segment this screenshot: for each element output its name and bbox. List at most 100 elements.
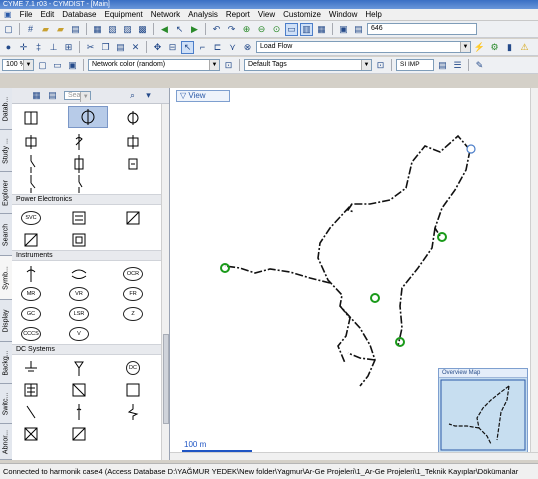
tab-search[interactable]: Search xyxy=(0,214,12,256)
menu-customize[interactable]: Customize xyxy=(279,10,325,19)
symbol-pt[interactable] xyxy=(68,264,90,284)
symbol-dc-filter[interactable] xyxy=(68,424,90,444)
menu-edit[interactable]: Edit xyxy=(36,10,58,19)
save-icon[interactable]: ▤ xyxy=(69,23,82,36)
pencil-icon[interactable]: ✎ xyxy=(473,59,486,72)
layout-view-icon[interactable]: ▭ xyxy=(285,22,298,36)
align-icon[interactable]: ⊟ xyxy=(166,41,179,54)
symbol-dc-fuse[interactable] xyxy=(68,402,90,422)
page-icon[interactable]: ▢ xyxy=(36,59,49,72)
zoom-out-icon[interactable]: ⊖ xyxy=(255,23,268,36)
warning-icon[interactable]: ⚠ xyxy=(518,41,531,54)
symbol-dc-bus[interactable] xyxy=(20,380,42,400)
symbol-gc[interactable]: GC xyxy=(20,304,42,324)
frame-icon[interactable]: ▭ xyxy=(51,59,64,72)
network-canvas[interactable]: ▽ View 100 m Overview Map xyxy=(170,88,530,460)
run-study-icon[interactable]: ⚡ xyxy=(473,41,486,54)
menu-report[interactable]: Report xyxy=(222,10,254,19)
zoom-fit-icon[interactable]: ⊙ xyxy=(270,23,283,36)
symbol-rectifier[interactable] xyxy=(20,230,42,250)
tab-abnormal[interactable]: Abnor... xyxy=(0,424,12,460)
symbol-ocr[interactable]: OCR xyxy=(122,264,144,284)
menu-analysis[interactable]: Analysis xyxy=(184,10,222,19)
table-icon[interactable]: ▤ xyxy=(436,59,449,72)
chevron-down-icon[interactable]: ▼ xyxy=(460,42,470,52)
symbol-converter[interactable] xyxy=(68,208,90,228)
zoom-combo[interactable]: 100 % ▼ xyxy=(2,59,34,71)
symbol-dc-load[interactable] xyxy=(20,424,42,444)
app-icon[interactable]: ▣ xyxy=(0,10,16,19)
symbol-fr[interactable]: FR xyxy=(122,284,144,304)
symbol-phase-shifter[interactable] xyxy=(122,108,144,128)
chevron-down-icon[interactable]: ▼ xyxy=(361,60,371,70)
add-node-icon[interactable]: ● xyxy=(2,41,15,54)
tab-switching[interactable]: Switc... xyxy=(0,384,12,424)
add-equipment-icon[interactable]: ⊞ xyxy=(62,41,75,54)
counter-icon[interactable]: ▤ xyxy=(352,23,365,36)
symbol-disconnect[interactable] xyxy=(68,174,90,194)
section-dc-systems[interactable]: DC Systems xyxy=(12,344,162,355)
overview-map[interactable]: Overview Map xyxy=(438,368,528,453)
overview-viewport[interactable] xyxy=(440,379,526,451)
menu-network[interactable]: Network xyxy=(147,10,184,19)
measure-icon[interactable]: ⋎ xyxy=(226,41,239,54)
symbol-chopper[interactable] xyxy=(68,230,90,250)
run-options-icon[interactable]: ⚙ xyxy=(488,41,501,54)
redo-icon[interactable]: ↷ xyxy=(225,23,238,36)
chevron-down-icon[interactable]: ▼ xyxy=(209,60,219,70)
source-node[interactable] xyxy=(466,144,476,154)
capacitor-node-west[interactable] xyxy=(220,263,230,273)
grid-icon[interactable]: # xyxy=(24,23,37,36)
fit-page-icon[interactable]: ▣ xyxy=(66,59,79,72)
symbol-ct[interactable] xyxy=(20,264,42,284)
symbol-fuse[interactable] xyxy=(68,132,90,152)
add-substation-icon[interactable]: ⊥ xyxy=(47,41,60,54)
symbol-v[interactable]: V xyxy=(68,324,90,344)
symbol-recloser[interactable] xyxy=(122,132,144,152)
undo-icon[interactable]: ↶ xyxy=(210,23,223,36)
copy-icon[interactable]: ❐ xyxy=(99,41,112,54)
window-icon[interactable]: ▣ xyxy=(337,23,350,36)
chevron-down-icon[interactable]: ▼ xyxy=(23,60,33,70)
network-color-combo[interactable]: Network color (random) ▼ xyxy=(88,59,220,71)
zoom-in-icon[interactable]: ⊕ xyxy=(240,23,253,36)
units-toggle[interactable]: SI IMP xyxy=(396,59,434,71)
palette-scroll-thumb[interactable] xyxy=(163,334,169,424)
symbol-transformer[interactable] xyxy=(20,108,42,128)
export-icon[interactable]: ▨ xyxy=(121,23,134,36)
symbol-dc-source[interactable] xyxy=(68,358,90,378)
canvas-vertical-scrollbar[interactable] xyxy=(530,88,538,460)
print-icon[interactable]: ▦ xyxy=(91,23,104,36)
small-icons-icon[interactable]: ▤ xyxy=(46,89,59,102)
capacitor-node-center[interactable] xyxy=(370,293,380,303)
color-settings-icon[interactable]: ⊡ xyxy=(222,59,235,72)
paste-icon[interactable]: ▤ xyxy=(114,41,127,54)
delete-icon[interactable]: ✕ xyxy=(129,41,142,54)
capacitor-node-east[interactable] xyxy=(437,232,447,242)
symbol-spot-load[interactable] xyxy=(122,154,144,174)
symbol-dc-box[interactable] xyxy=(122,380,144,400)
large-icons-icon[interactable]: ▦ xyxy=(30,89,43,102)
tags-combo[interactable]: Default Tags ▼ xyxy=(244,59,372,71)
menu-view[interactable]: View xyxy=(254,10,279,19)
tab-background[interactable]: Backg... xyxy=(0,342,12,384)
search-icon[interactable]: ⌕ xyxy=(126,89,139,102)
print-preview-icon[interactable]: ▧ xyxy=(106,23,119,36)
symbol-mr[interactable]: MR xyxy=(20,284,42,304)
connect-icon[interactable]: ⌐ xyxy=(196,41,209,54)
symbol-inverter[interactable] xyxy=(122,208,144,228)
report-icon[interactable]: ▩ xyxy=(136,23,149,36)
trace-icon[interactable]: ⊏ xyxy=(211,41,224,54)
canvas-horizontal-scrollbar[interactable] xyxy=(170,452,538,460)
palette-options-icon[interactable]: ▾ xyxy=(142,89,155,102)
menu-file[interactable]: File xyxy=(16,10,37,19)
tag-settings-icon[interactable]: ⊡ xyxy=(374,59,387,72)
menu-equipment[interactable]: Equipment xyxy=(101,10,147,19)
select-icon[interactable]: ↖ xyxy=(173,23,186,36)
symbol-dc-machine[interactable]: DC xyxy=(122,358,144,378)
add-feeder-icon[interactable]: ‡ xyxy=(32,41,45,54)
layout-split-icon[interactable]: ▥ xyxy=(300,22,313,36)
symbol-regulator-selected[interactable] xyxy=(68,106,108,128)
palette-search-input[interactable]: Search ▼ xyxy=(64,91,92,102)
section-instruments[interactable]: Instruments xyxy=(12,250,162,261)
